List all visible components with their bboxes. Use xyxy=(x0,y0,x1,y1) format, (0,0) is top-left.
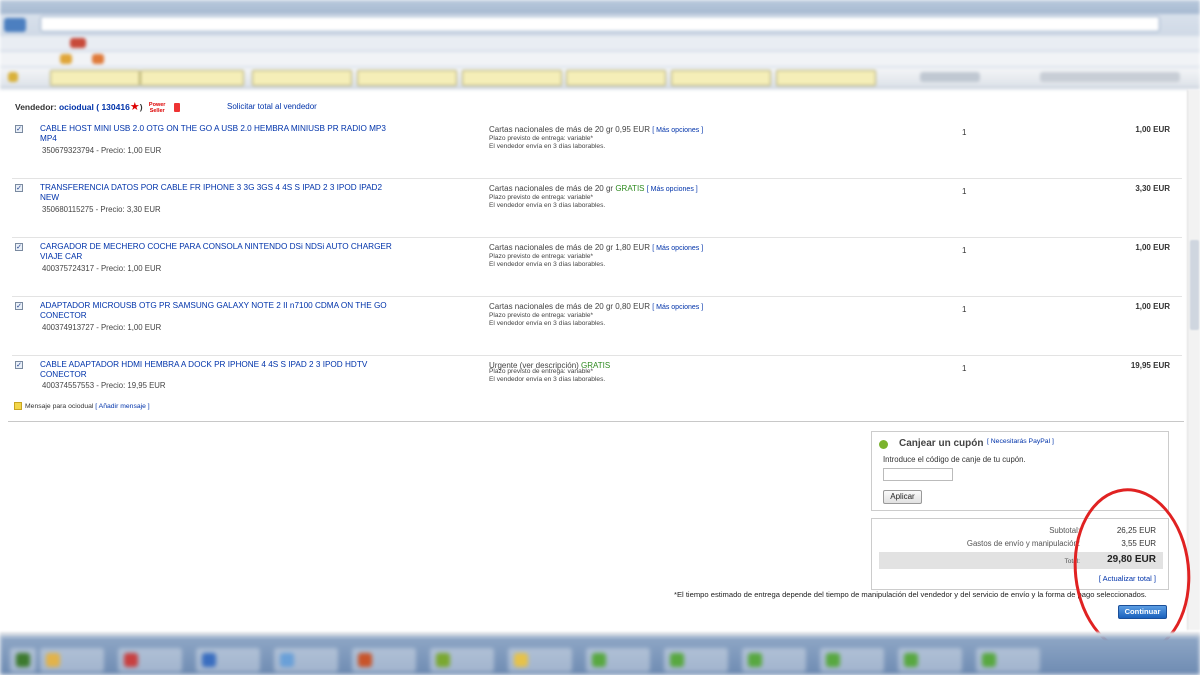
request-total-link[interactable]: Solicitar total al vendedor xyxy=(227,102,317,111)
coupon-description: Introduce el código de canje de tu cupón… xyxy=(883,455,1026,464)
shipping-method: Cartas nacionales de más de 20 gr 0,95 E… xyxy=(489,125,703,134)
cart-item: ✓ TRANSFERENCIA DATOS POR CABLE FR IPHON… xyxy=(12,180,1182,238)
message-to-seller: Mensaje para ociodual [ Añadir mensaje ] xyxy=(14,402,150,410)
more-options-link[interactable]: [ Más opciones ] xyxy=(652,127,703,134)
dispatch-time: El vendedor envía en 3 días laborables. xyxy=(489,320,606,327)
shopping-bag-icon xyxy=(173,103,180,113)
item-checkbox[interactable]: ✓ xyxy=(15,125,23,133)
bookmarks-bar xyxy=(0,52,1200,66)
more-options-link[interactable]: [ Más opciones ] xyxy=(652,304,703,311)
power-seller-line2: Seller xyxy=(149,107,165,114)
item-id-price: 350680115275 - Precio: 3,30 EUR xyxy=(42,205,161,214)
item-checkbox[interactable]: ✓ xyxy=(15,361,23,369)
taskbar xyxy=(0,636,1200,675)
item-id-price: 400374557553 - Precio: 19,95 EUR xyxy=(42,381,166,390)
coupon-code-input[interactable] xyxy=(883,468,953,481)
shipping-method: Cartas nacionales de más de 20 gr 1,80 E… xyxy=(489,243,703,252)
item-checkbox[interactable]: ✓ xyxy=(15,302,23,310)
delivery-estimate: Plazo previsto de entrega: variable* xyxy=(489,253,594,260)
item-checkbox[interactable]: ✓ xyxy=(15,243,23,251)
browser-tab[interactable] xyxy=(671,70,771,86)
dispatch-time: El vendedor envía en 3 días laborables. xyxy=(489,202,606,209)
item-price: 19,95 EUR xyxy=(1130,361,1170,370)
shipping-method: Cartas nacionales de más de 20 gr 0,80 E… xyxy=(489,302,703,311)
message-label: Mensaje para ociodual xyxy=(25,402,94,410)
cart-item: ✓ CARGADOR DE MECHERO COCHE PARA CONSOLA… xyxy=(12,239,1182,297)
browser-tab[interactable] xyxy=(50,70,140,86)
item-title-link[interactable]: CABLE HOST MINI USB 2.0 OTG ON THE GO A … xyxy=(40,124,400,144)
item-quantity: 1 xyxy=(962,187,967,196)
vertical-scrollbar[interactable] xyxy=(1187,90,1200,630)
item-price: 1,00 EUR xyxy=(1135,243,1170,252)
subtotal-label: Subtotal: xyxy=(1049,526,1080,535)
seller-header: Vendedor: ociodual ( 130416★) Power Selle… xyxy=(15,100,180,114)
more-options-link[interactable]: [ Más opciones ] xyxy=(652,245,703,252)
browser-chrome xyxy=(0,0,1200,90)
item-price: 1,00 EUR xyxy=(1135,302,1170,311)
item-price: 3,30 EUR xyxy=(1135,184,1170,193)
delivery-estimate: Plazo previsto de entrega: variable* xyxy=(489,135,594,142)
apply-coupon-button[interactable]: Aplicar xyxy=(883,490,922,504)
shipping-text: Cartas nacionales de más de 20 gr xyxy=(489,184,614,193)
shipping-total-label: Gastos de envío y manipulación: xyxy=(966,539,1080,548)
item-title-link[interactable]: ADAPTADOR MICROUSB OTG PR SAMSUNG GALAXY… xyxy=(40,301,400,321)
item-checkbox[interactable]: ✓ xyxy=(15,184,23,192)
browser-tab[interactable] xyxy=(252,70,352,86)
add-message-link[interactable]: [ Añadir mensaje ] xyxy=(95,403,149,410)
address-bar[interactable] xyxy=(40,16,1160,32)
browser-tab[interactable] xyxy=(566,70,666,86)
seller-feedback-score[interactable]: ( 130416 xyxy=(96,102,130,112)
more-options-link[interactable]: [ Más opciones ] xyxy=(647,186,698,193)
item-quantity: 1 xyxy=(962,364,967,373)
menu-bar xyxy=(0,36,1200,50)
power-seller-icon: Power Seller xyxy=(149,102,166,114)
shipping-text: Cartas nacionales de más de 20 gr 0,80 E… xyxy=(489,302,650,311)
scrollbar-thumb[interactable] xyxy=(1190,240,1199,330)
browser-tab[interactable] xyxy=(357,70,457,86)
seller-name-link[interactable]: ociodual xyxy=(59,102,94,112)
cart-item: ✓ CABLE HOST MINI USB 2.0 OTG ON THE GO … xyxy=(12,121,1182,179)
seller-label: Vendedor: xyxy=(15,102,57,112)
paypal-required-link[interactable]: [ Necesitarás PayPal ] xyxy=(987,438,1054,445)
item-title-link[interactable]: CARGADOR DE MECHERO COCHE PARA CONSOLA N… xyxy=(40,242,400,262)
feedback-star-icon: ★ xyxy=(129,101,140,113)
start-button[interactable] xyxy=(10,648,36,672)
item-title-link[interactable]: CABLE ADAPTADOR HDMI HEMBRA A DOCK PR IP… xyxy=(40,360,400,380)
divider xyxy=(8,421,1184,422)
delivery-estimate: Plazo previsto de entrega: variable* xyxy=(489,312,594,319)
coupon-icon xyxy=(879,440,888,449)
browser-tab[interactable] xyxy=(462,70,562,86)
item-id-price: 400374913727 - Precio: 1,00 EUR xyxy=(42,323,162,332)
shipping-method: Cartas nacionales de más de 20 gr GRATIS… xyxy=(489,184,698,193)
shipping-text: Cartas nacionales de más de 20 gr 0,95 E… xyxy=(489,125,650,134)
message-icon xyxy=(14,402,22,410)
cart-item: ✓ ADAPTADOR MICROUSB OTG PR SAMSUNG GALA… xyxy=(12,298,1182,356)
shipping-text: Cartas nacionales de más de 20 gr 1,80 E… xyxy=(489,243,650,252)
cart-item: ✓ CABLE ADAPTADOR HDMI HEMBRA A DOCK PR … xyxy=(12,357,1182,415)
item-title-link[interactable]: TRANSFERENCIA DATOS POR CABLE FR IPHONE … xyxy=(40,183,400,203)
coupon-title: Canjear un cupón xyxy=(899,438,984,449)
browser-tab[interactable] xyxy=(776,70,876,86)
browser-tab[interactable] xyxy=(140,70,244,86)
delivery-estimate: Plazo previsto de entrega: variable* xyxy=(489,368,594,375)
dispatch-time: El vendedor envía en 3 días laborables. xyxy=(489,261,606,268)
item-id-price: 350679323794 - Precio: 1,00 EUR xyxy=(42,146,162,155)
item-quantity: 1 xyxy=(962,128,967,137)
item-quantity: 1 xyxy=(962,305,967,314)
feedback-close-paren: ) xyxy=(139,102,143,112)
item-price: 1,00 EUR xyxy=(1135,125,1170,134)
item-id-price: 400375724317 - Precio: 1,00 EUR xyxy=(42,264,162,273)
dispatch-time: El vendedor envía en 3 días laborables. xyxy=(489,376,606,383)
free-shipping-label: GRATIS xyxy=(615,184,645,193)
item-quantity: 1 xyxy=(962,246,967,255)
dispatch-time: El vendedor envía en 3 días laborables. xyxy=(489,143,606,150)
delivery-estimate: Plazo previsto de entrega: variable* xyxy=(489,194,594,201)
